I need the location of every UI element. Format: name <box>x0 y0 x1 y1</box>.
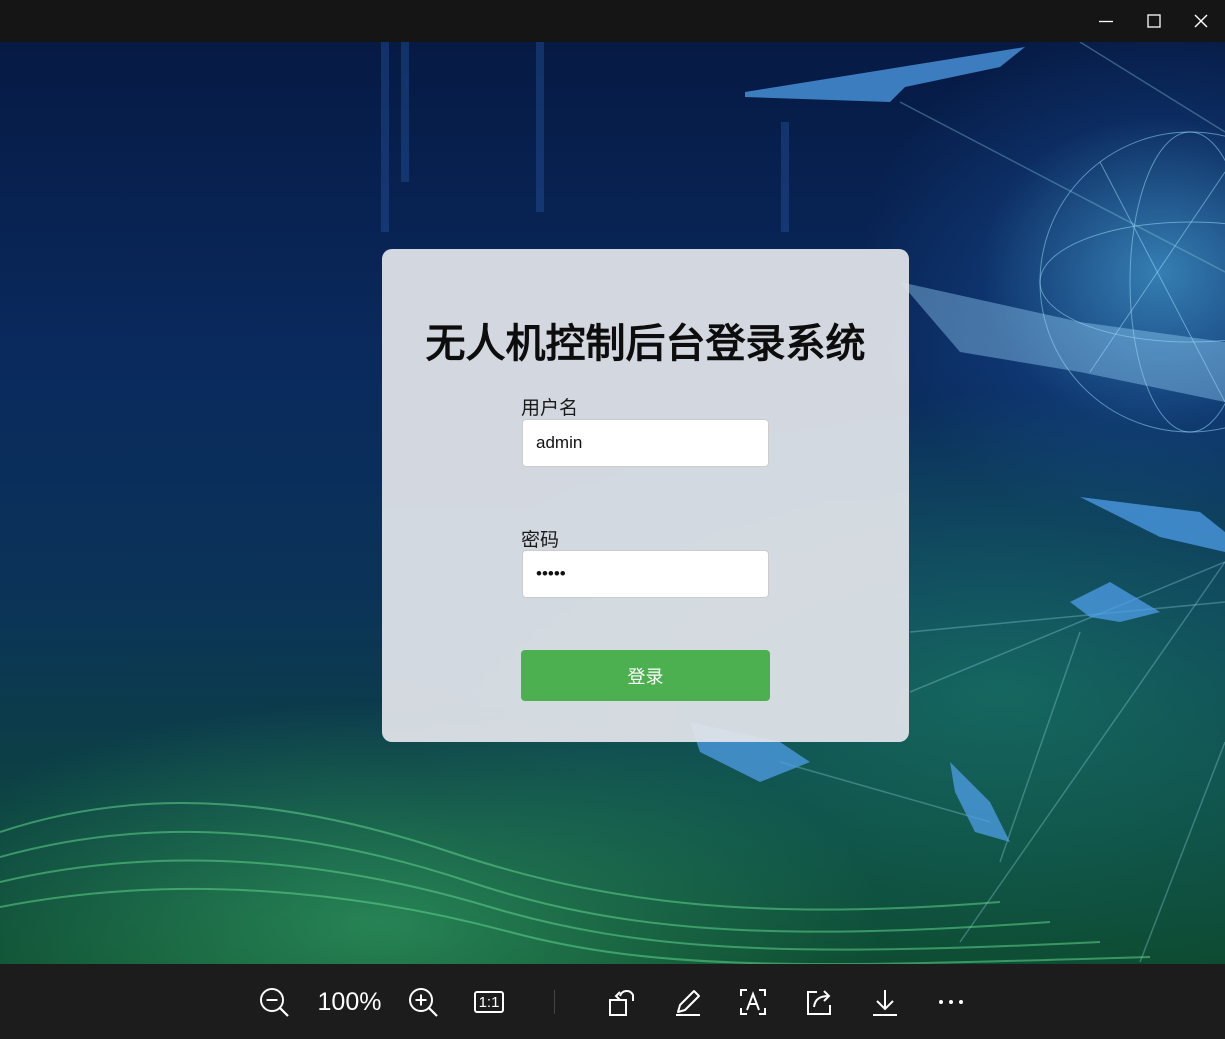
login-title: 无人机控制后台登录系统 <box>425 321 866 367</box>
login-button[interactable]: 登录 <box>521 650 770 701</box>
login-card: 无人机控制后台登录系统 用户名 密码 登录 <box>382 249 909 742</box>
rotate-icon <box>609 990 634 1016</box>
actual-size-button[interactable]: 1:1 <box>470 983 508 1021</box>
text-recognition-button[interactable] <box>734 983 772 1021</box>
zoom-out-icon <box>260 988 289 1017</box>
zoom-in-button[interactable] <box>404 983 442 1021</box>
toolbar-divider <box>554 990 555 1014</box>
save-icon <box>873 990 897 1016</box>
rotate-button[interactable] <box>603 983 641 1021</box>
minimize-button[interactable] <box>1082 0 1130 42</box>
password-input[interactable] <box>522 550 769 598</box>
close-icon <box>1194 14 1208 28</box>
more-button[interactable] <box>932 983 970 1021</box>
minimize-icon <box>1099 20 1113 23</box>
window-title-bar <box>0 0 1225 42</box>
username-input[interactable] <box>522 419 769 467</box>
viewer-toolbar: 100% 1:1 <box>0 964 1225 1039</box>
actual-size-icon: 1:1 <box>474 991 504 1013</box>
username-label: 用户名 <box>521 397 579 419</box>
save-button[interactable] <box>866 983 904 1021</box>
edit-icon <box>676 990 700 1016</box>
zoom-out-button[interactable] <box>255 983 293 1021</box>
maximize-button[interactable] <box>1130 0 1178 42</box>
maximize-icon <box>1147 14 1161 28</box>
zoom-level[interactable]: 100% <box>312 983 387 1021</box>
zoom-in-icon <box>409 988 438 1017</box>
edit-button[interactable] <box>669 983 707 1021</box>
share-icon <box>807 990 831 1015</box>
image-canvas: 无人机控制后台登录系统 用户名 密码 登录 <box>0 42 1225 964</box>
close-button[interactable] <box>1177 0 1225 42</box>
password-label: 密码 <box>521 529 560 551</box>
text-recognition-icon <box>740 989 766 1015</box>
share-button[interactable] <box>800 983 838 1021</box>
more-icon <box>939 1000 963 1004</box>
